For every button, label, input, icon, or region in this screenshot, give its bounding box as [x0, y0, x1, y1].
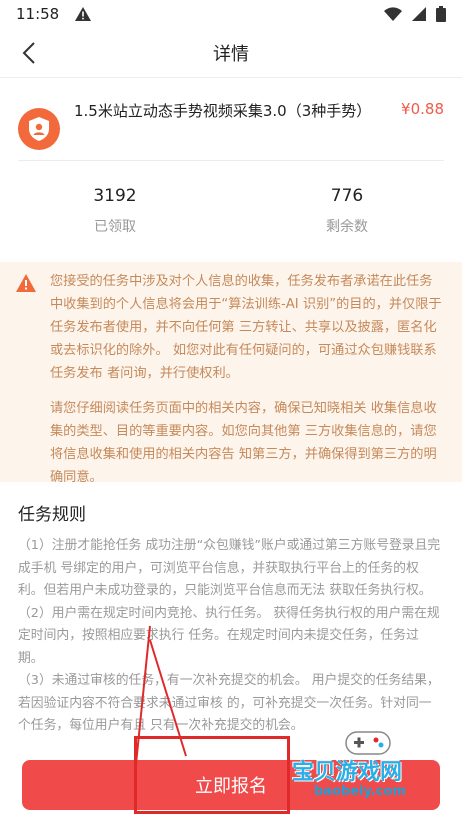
divider: [18, 160, 444, 161]
back-button[interactable]: [14, 38, 44, 68]
notice-paragraph: 您接受的任务中涉及对个人信息的收集，任务发布者承诺在此任务中收集到的个人信息将会…: [50, 274, 442, 381]
wifi-icon: [384, 7, 402, 21]
page-title: 详情: [213, 43, 249, 65]
stat-label: 剩余数: [326, 219, 368, 235]
watermark: 宝贝游戏网 baobeiy.com: [292, 728, 452, 808]
warning-icon: [16, 274, 36, 292]
status-bar: 11:58: [0, 0, 462, 28]
status-time: 11:58: [16, 5, 60, 23]
task-price: ¥0.88: [401, 100, 444, 118]
signal-icon: [412, 7, 426, 21]
watermark-text: 宝贝游戏网: [292, 760, 403, 785]
stat-value: 3192: [93, 186, 137, 206]
rules-list: （1）注册才能抢任务 成功注册“众包赚钱”账户或通过第三方账号登录且完成手机 号…: [18, 535, 444, 738]
battery-icon: [436, 6, 446, 22]
annotation-highlight-box: [134, 736, 290, 814]
stat-value: 776: [330, 186, 364, 206]
rule-item: （2）用户需在规定时间内竞抢、执行任务。 获得任务执行权的用户需在规定时间内，按…: [18, 605, 440, 666]
rule-item: （1）注册才能抢任务 成功注册“众包赚钱”账户或通过第三方账号登录且完成手机 号…: [18, 538, 441, 598]
watermark-url: baobeiy.com: [314, 784, 406, 799]
nav-bar: 详情: [0, 28, 462, 78]
notice-paragraph: 请您仔细阅读任务页面中的相关内容，确保已知晓相关 收集信息收集的类型、目的等重要…: [50, 401, 437, 485]
stat-label: 已领取: [94, 219, 136, 235]
task-title: 1.5米站立动态手势视频采集3.0（3种手势）: [74, 102, 372, 120]
chevron-left-icon: [22, 42, 35, 64]
stat-claimed: 3192 已领取: [40, 186, 190, 236]
rules-title: 任务规则: [18, 505, 86, 525]
stat-remaining: 776 剩余数: [272, 186, 422, 236]
privacy-notice: 您接受的任务中涉及对个人信息的收集，任务发布者承诺在此任务中收集到的个人信息将会…: [0, 262, 462, 485]
task-badge-icon: [18, 108, 60, 150]
warning-icon: [75, 7, 92, 21]
